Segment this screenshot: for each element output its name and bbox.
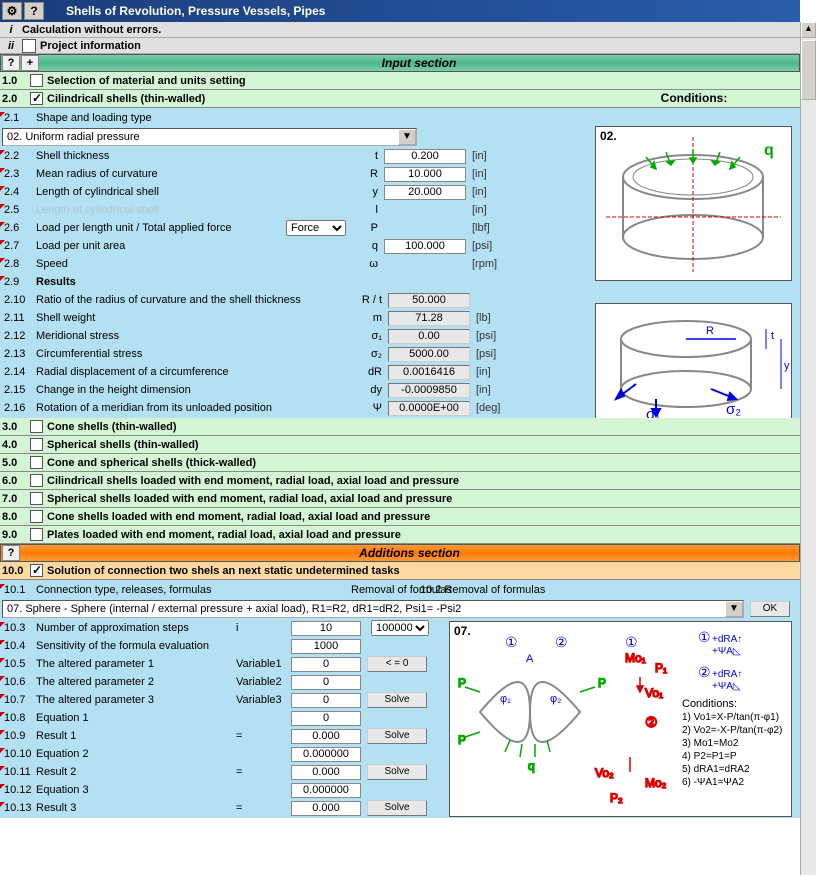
btn-10.5[interactable]: < = 0 <box>367 656 427 672</box>
status-row-i: i Calculation without errors. <box>0 22 800 38</box>
app-icon[interactable]: ⚙ <box>2 2 22 20</box>
input-10.9[interactable] <box>291 729 361 744</box>
help-icon[interactable]: ? <box>24 2 44 20</box>
result-row-2.10: 2.10Ratio of the radius of curvature and… <box>0 291 800 309</box>
input-10.13[interactable] <box>291 801 361 816</box>
ok-button[interactable]: OK <box>750 601 790 617</box>
section-3-head[interactable]: 3.0Cone shells (thin-walled) <box>0 418 800 436</box>
input-2.3[interactable] <box>384 167 466 182</box>
btn-10.13[interactable]: Solve <box>367 800 427 816</box>
s10-row-10.11: 10.11Result 2=Solve <box>0 763 800 781</box>
param-row-2.7: 2.7Load per unit areaq[psi] <box>0 237 800 255</box>
input-2.7[interactable] <box>384 239 466 254</box>
input-10.11[interactable] <box>291 765 361 780</box>
section-6-head[interactable]: 6.0Cilindricall shells loaded with end m… <box>0 472 800 490</box>
section-10-checkbox[interactable] <box>30 564 43 577</box>
btn-10.11[interactable]: Solve <box>367 764 427 780</box>
chevron-down-icon[interactable]: ▼ <box>398 129 416 145</box>
section-8-head[interactable]: 8.0Cone shells loaded with end moment, r… <box>0 508 800 526</box>
shape-dropdown[interactable]: 02. Uniform radial pressure ▼ <box>2 128 417 146</box>
scroll-thumb[interactable] <box>801 40 816 100</box>
help-button[interactable]: ? <box>2 55 20 71</box>
additions-section-bar: ? Additions section <box>0 544 800 562</box>
result-row-2.14: 2.14Radial displacement of a circumferen… <box>0 363 800 381</box>
scroll-up-icon[interactable]: ▲ <box>801 22 816 38</box>
s10-row-10.5: 10.5The altered parameter 1Variable1< = … <box>0 655 800 673</box>
s10-row-10.9: 10.9Result 1=Solve <box>0 727 800 745</box>
input-10.8[interactable] <box>291 711 361 726</box>
result-row-2.15: 2.15Change in the height dimensiondy-0.0… <box>0 381 800 399</box>
result-row-2.13: 2.13Circumferential stressσ₂5000.00[psi] <box>0 345 800 363</box>
force-select[interactable]: Force <box>286 220 346 236</box>
s10-row-10.3: 10.3Number of approximation stepsi100000 <box>0 619 800 637</box>
input-2.2[interactable] <box>384 149 466 164</box>
btn-10.9[interactable]: Solve <box>367 728 427 744</box>
window-title: Shells of Revolution, Pressure Vessels, … <box>66 4 325 18</box>
btn-10.7[interactable]: Solve <box>367 692 427 708</box>
connection-dropdown[interactable]: 07. Sphere - Sphere (internal / external… <box>2 600 744 618</box>
s10-row-10.13: 10.13Result 3=Solve <box>0 799 800 817</box>
titlebar: ⚙ ? Shells of Revolution, Pressure Vesse… <box>0 0 800 22</box>
s10-row-10.12: 10.12Equation 3 <box>0 781 800 799</box>
chevron-down-icon[interactable]: ▼ <box>725 601 743 617</box>
section-2-checkbox[interactable] <box>30 92 43 105</box>
input-10.6[interactable] <box>291 675 361 690</box>
s10-row-10.6: 10.6The altered parameter 2Variable2 <box>0 673 800 691</box>
input-10.12[interactable] <box>291 783 361 798</box>
project-info-checkbox[interactable] <box>22 39 36 53</box>
result-row-2.12: 2.12Meridional stressσ₁0.00[psi] <box>0 327 800 345</box>
expand-button[interactable]: + <box>21 55 39 71</box>
input-10.7[interactable] <box>291 693 361 708</box>
input-10.5[interactable] <box>291 657 361 672</box>
input-section-bar: ? + Input section <box>0 54 800 72</box>
help-button-2[interactable]: ? <box>2 545 20 561</box>
section-1-head[interactable]: 1.0 Selection of material and units sett… <box>0 72 800 90</box>
param-row-2.6: 2.6Load per length unit / Total applied … <box>0 219 800 237</box>
param-row-2.8: 2.8Speedω[rpm] <box>0 255 800 273</box>
result-row-2.11: 2.11Shell weightm71.28[lb] <box>0 309 800 327</box>
s10-row-10.10: 10.10Equation 2 <box>0 745 800 763</box>
status-row-ii: ii Project information <box>0 38 800 54</box>
section-7-head[interactable]: 7.0Spherical shells loaded with end mome… <box>0 490 800 508</box>
section-1-checkbox[interactable] <box>30 74 43 87</box>
section-10-head[interactable]: 10.0 Solution of connection two shels an… <box>0 562 800 580</box>
input-10.4[interactable] <box>291 639 361 654</box>
param-row-2.3: 2.3Mean radius of curvatureR[in] <box>0 165 800 183</box>
param-row-2.2: 2.2Shell thicknesst[in] <box>0 147 800 165</box>
input-10.10[interactable] <box>291 747 361 762</box>
scrollbar[interactable]: ▲ <box>800 22 816 875</box>
param-row-2.5: 2.5Length of cylindrical shelll[in] <box>0 201 800 219</box>
s10-row-10.4: 10.4Sensitivity of the formula evaluatio… <box>0 637 800 655</box>
section-9-head[interactable]: 9.0Plates loaded with end moment, radial… <box>0 526 800 544</box>
param-row-2.4: 2.4Length of cylindrical shelly[in] <box>0 183 800 201</box>
s10-row-10.7: 10.7The altered parameter 3Variable3Solv… <box>0 691 800 709</box>
input-10.3[interactable] <box>291 621 361 636</box>
section-4-head[interactable]: 4.0Spherical shells (thin-walled) <box>0 436 800 454</box>
input-2.4[interactable] <box>384 185 466 200</box>
section-5-head[interactable]: 5.0Cone and spherical shells (thick-wall… <box>0 454 800 472</box>
result-row-2.16: 2.16Rotation of a meridian from its unlo… <box>0 399 800 417</box>
s10-row-10.8: 10.8Equation 1 <box>0 709 800 727</box>
